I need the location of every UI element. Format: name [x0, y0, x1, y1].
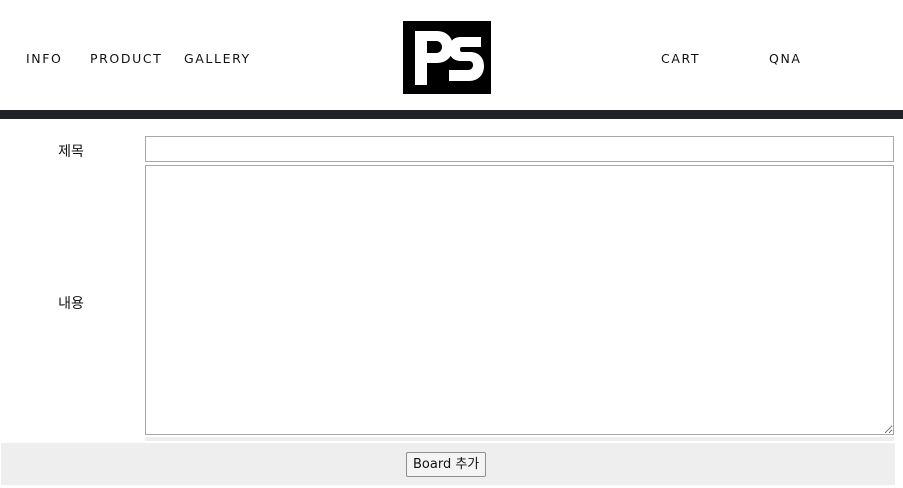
ps-logo[interactable]	[403, 21, 491, 94]
textarea-bottom-strip	[145, 437, 894, 441]
ps-logo-mark	[403, 21, 491, 94]
header-divider	[0, 110, 903, 119]
site-header: INFO PRODUCT GALLERY CART QNA	[0, 0, 903, 110]
nav-qna-link[interactable]: QNA	[769, 51, 802, 66]
content-textarea[interactable]	[145, 165, 894, 435]
nav-product-link[interactable]: PRODUCT	[90, 51, 162, 66]
nav-gallery-link[interactable]: GALLERY	[184, 51, 251, 66]
title-label: 제목	[58, 144, 84, 160]
title-input[interactable]	[145, 136, 894, 162]
nav-cart-link[interactable]: CART	[661, 51, 700, 66]
board-add-button[interactable]: Board 추가	[406, 452, 487, 477]
nav-info-link[interactable]: INFO	[26, 51, 62, 66]
content-label: 내용	[58, 296, 84, 312]
